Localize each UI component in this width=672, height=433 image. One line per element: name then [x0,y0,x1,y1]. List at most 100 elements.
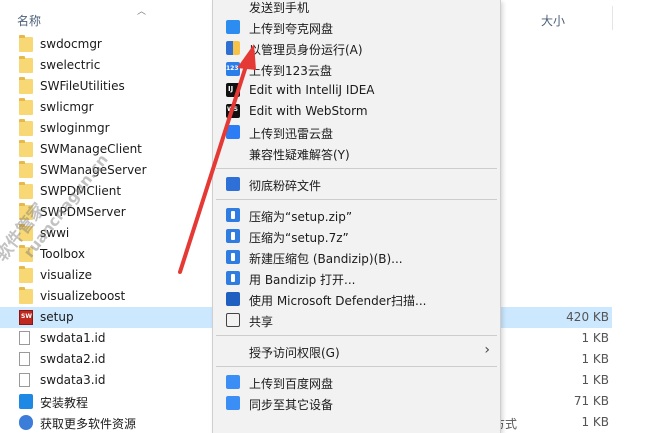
file-name: setup [40,310,74,324]
menu-separator [216,199,497,200]
menu-item[interactable]: 上传到百度网盘 [213,372,500,393]
file-name: 安装教程 [40,396,89,410]
menu-item-label: 使用 Microsoft Defender扫描... [249,294,427,308]
admin-shield-icon [226,41,240,55]
menu-item[interactable]: 授予访问权限(G) › [213,341,500,362]
xunlei-icon [226,125,240,139]
menu-item[interactable]: Edit with IntelliJ IDEA [213,80,500,101]
file-name: swdata3.id [40,373,106,387]
123-cloud-icon [226,62,240,76]
menu-item[interactable]: 发送到手机 [213,0,500,17]
menu-item[interactable]: Edit with WebStorm [213,101,500,122]
file-name: swelectric [40,58,101,72]
menu-item-label: 上传到百度网盘 [249,377,334,391]
file-name: SWManageClient [40,142,142,156]
file-icon [19,331,30,345]
baidu-cloud-icon [226,375,240,389]
file-name: swlicmgr [40,100,94,114]
bandizip-icon [226,271,240,285]
file-size: 1 KB [581,331,609,345]
folder-icon [19,35,33,52]
folder-icon [19,266,33,283]
bandizip-icon [226,250,240,264]
setup-exe-icon [19,310,33,325]
file-name: 获取更多软件资源 [40,417,137,431]
menu-item[interactable]: 用 Bandizip 打开... [213,268,500,289]
menu-item[interactable]: 上传到迅雷云盘 [213,122,500,143]
menu-item-label: 同步至其它设备 [249,398,334,412]
webstorm-icon [226,104,240,118]
menu-item-label: 新建压缩包 (Bandizip)(B)... [249,252,403,266]
phone-icon [226,0,240,13]
menu-item-label: 授予访问权限(G) [249,346,340,360]
file-size: 71 KB [573,394,609,408]
file-icon [19,352,30,366]
submenu-chevron-icon: › [484,342,490,358]
file-name: SWFileUtilities [40,79,125,93]
file-name: swdata2.id [40,352,106,366]
document-icon [19,394,33,409]
folder-icon [19,119,33,136]
file-size: 420 KB [566,310,609,324]
file-name: swdocmgr [40,37,102,51]
bandizip-icon [226,208,240,222]
menu-separator [216,168,497,169]
bandizip-icon [226,229,240,243]
menu-item-label: 压缩为“setup.zip” [249,210,353,224]
menu-item[interactable]: 彻底粉碎文件 [213,174,500,195]
shredder-icon [226,177,240,191]
defender-shield-icon [226,292,240,306]
menu-separator [216,366,497,367]
sync-icon [226,396,240,410]
menu-item-label: Edit with WebStorm [249,104,368,118]
menu-item[interactable]: 兼容性疑难解答(Y) [213,143,500,164]
column-divider[interactable] [612,6,613,30]
menu-item[interactable]: 使用 Microsoft Defender扫描... [213,289,500,310]
file-size: 1 KB [581,373,609,387]
menu-item-label: 压缩为“setup.7z” [249,231,349,245]
file-name: Toolbox [40,247,85,261]
folder-icon [19,77,33,94]
file-size: 1 KB [581,352,609,366]
column-size-header[interactable]: 大小 [541,12,565,29]
menu-item[interactable]: 压缩为“setup.zip” [213,205,500,226]
menu-item[interactable]: 上传到123云盘 [213,59,500,80]
access-icon [226,344,240,358]
file-name: swloginmgr [40,121,110,135]
file-icon [19,373,30,387]
folder-icon [19,287,33,304]
folder-icon [19,140,33,157]
file-size: 1 KB [581,415,609,429]
menu-item[interactable]: 上传到夸克网盘 [213,17,500,38]
menu-item-label: 上传到迅雷云盘 [249,127,334,141]
folder-icon [19,161,33,178]
compat-icon [226,146,240,160]
column-name-header[interactable]: 名称 [17,12,41,29]
shortcut-icon [19,415,33,430]
file-name: visualize [40,268,92,282]
menu-item[interactable]: 压缩为“setup.7z” [213,226,500,247]
menu-separator [216,335,497,336]
context-menu: 发送到手机上传到夸克网盘以管理员身份运行(A) 上传到123云盘 Edit with… [212,0,501,433]
folder-icon [19,98,33,115]
menu-item[interactable]: 共享 [213,310,500,331]
menu-item-label: Edit with IntelliJ IDEA [249,83,375,97]
menu-item[interactable]: 以管理员身份运行(A) [213,38,500,59]
share-icon [226,313,240,327]
menu-item-label: 用 Bandizip 打开... [249,273,356,287]
file-name: swdata1.id [40,331,106,345]
sort-ascending-icon[interactable]: ︿ [137,4,146,17]
quark-cloud-icon [226,20,240,34]
menu-item-label: 发送到手机 [249,1,310,15]
menu-item-label: 上传到123云盘 [249,64,332,78]
menu-item[interactable]: 新建压缩包 (Bandizip)(B)... [213,247,500,268]
menu-item[interactable]: 同步至其它设备 [213,393,500,414]
menu-item-label: 以管理员身份运行(A) [249,43,363,57]
menu-item-label: 共享 [249,315,274,329]
menu-item-label: 上传到夸克网盘 [249,22,334,36]
intellij-icon [226,83,240,97]
menu-item-label: 兼容性疑难解答(Y) [249,148,350,162]
menu-item-label: 彻底粉碎文件 [249,179,322,193]
file-name: visualizeboost [40,289,126,303]
folder-icon [19,56,33,73]
